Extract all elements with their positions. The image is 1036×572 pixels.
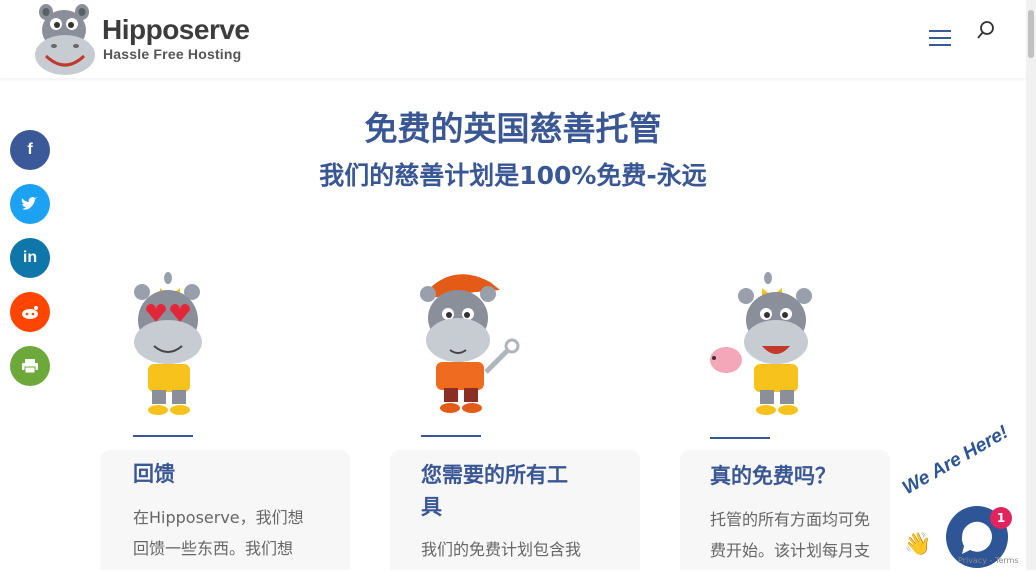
title-line: 具 [421,495,442,519]
scrollbar-thumb[interactable] [1028,10,1034,58]
page-subtitle: 我们的慈善计划是100%免费-永远 [319,161,707,190]
reddit-icon[interactable] [10,292,50,332]
section-divider [421,435,481,437]
twitter-icon[interactable] [10,184,50,224]
site-header: Hipposerve Hassle Free Hosting [0,0,1026,78]
brand-tagline: Hassle Free Hosting [103,46,242,62]
column-title: 您需要的所有工 具 [421,459,621,523]
column-title: 回馈 [133,462,175,486]
brand-name: Hipposerve [102,14,250,45]
waving-hand-icon: 👋 [904,532,932,557]
column-text: 托管的所有方面均可免 费开始。该计划每月支 [710,504,910,566]
print-icon[interactable] [10,346,50,386]
text-line: 回馈一些东西。我们想 [133,539,294,558]
title-line: 您需要的所有工 [421,463,568,487]
column-title: 真的免费吗？ [710,464,836,488]
linkedin-icon[interactable]: in [10,238,50,278]
chat-greeting: We Are Here! [899,421,1012,500]
column-text: 在Hipposerve，我们想 回馈一些东西。我们想 [133,502,333,564]
text-line: 在Hipposerve，我们想 [133,508,304,527]
hippo-logo-icon [35,4,95,75]
text-line: 费开始。该计划每月支 [710,541,871,560]
section-divider [133,435,193,437]
page-title: 免费的英国慈善托管 [364,109,662,148]
hippo-piggybank-icon [710,272,812,415]
hamburger-menu-icon[interactable] [929,30,951,46]
recaptcha-links[interactable]: Privacy - Terms [958,556,1019,565]
facebook-icon[interactable]: f [10,130,50,170]
hippo-heart-eyes-icon [134,272,202,415]
social-share-bar: f in [10,130,50,400]
site-logo[interactable]: Hipposerve Hassle Free Hosting [32,0,262,78]
hippo-mechanic-icon [420,274,520,413]
chat-unread-badge: 1 [990,507,1012,529]
search-icon[interactable] [976,20,996,44]
column-text: 我们的免费计划包含我 [421,534,621,565]
section-divider [710,437,770,439]
text-line: 托管的所有方面均可免 [710,510,871,529]
scrollbar-track[interactable] [1026,0,1036,570]
text-line: 我们的免费计划包含我 [421,540,582,559]
